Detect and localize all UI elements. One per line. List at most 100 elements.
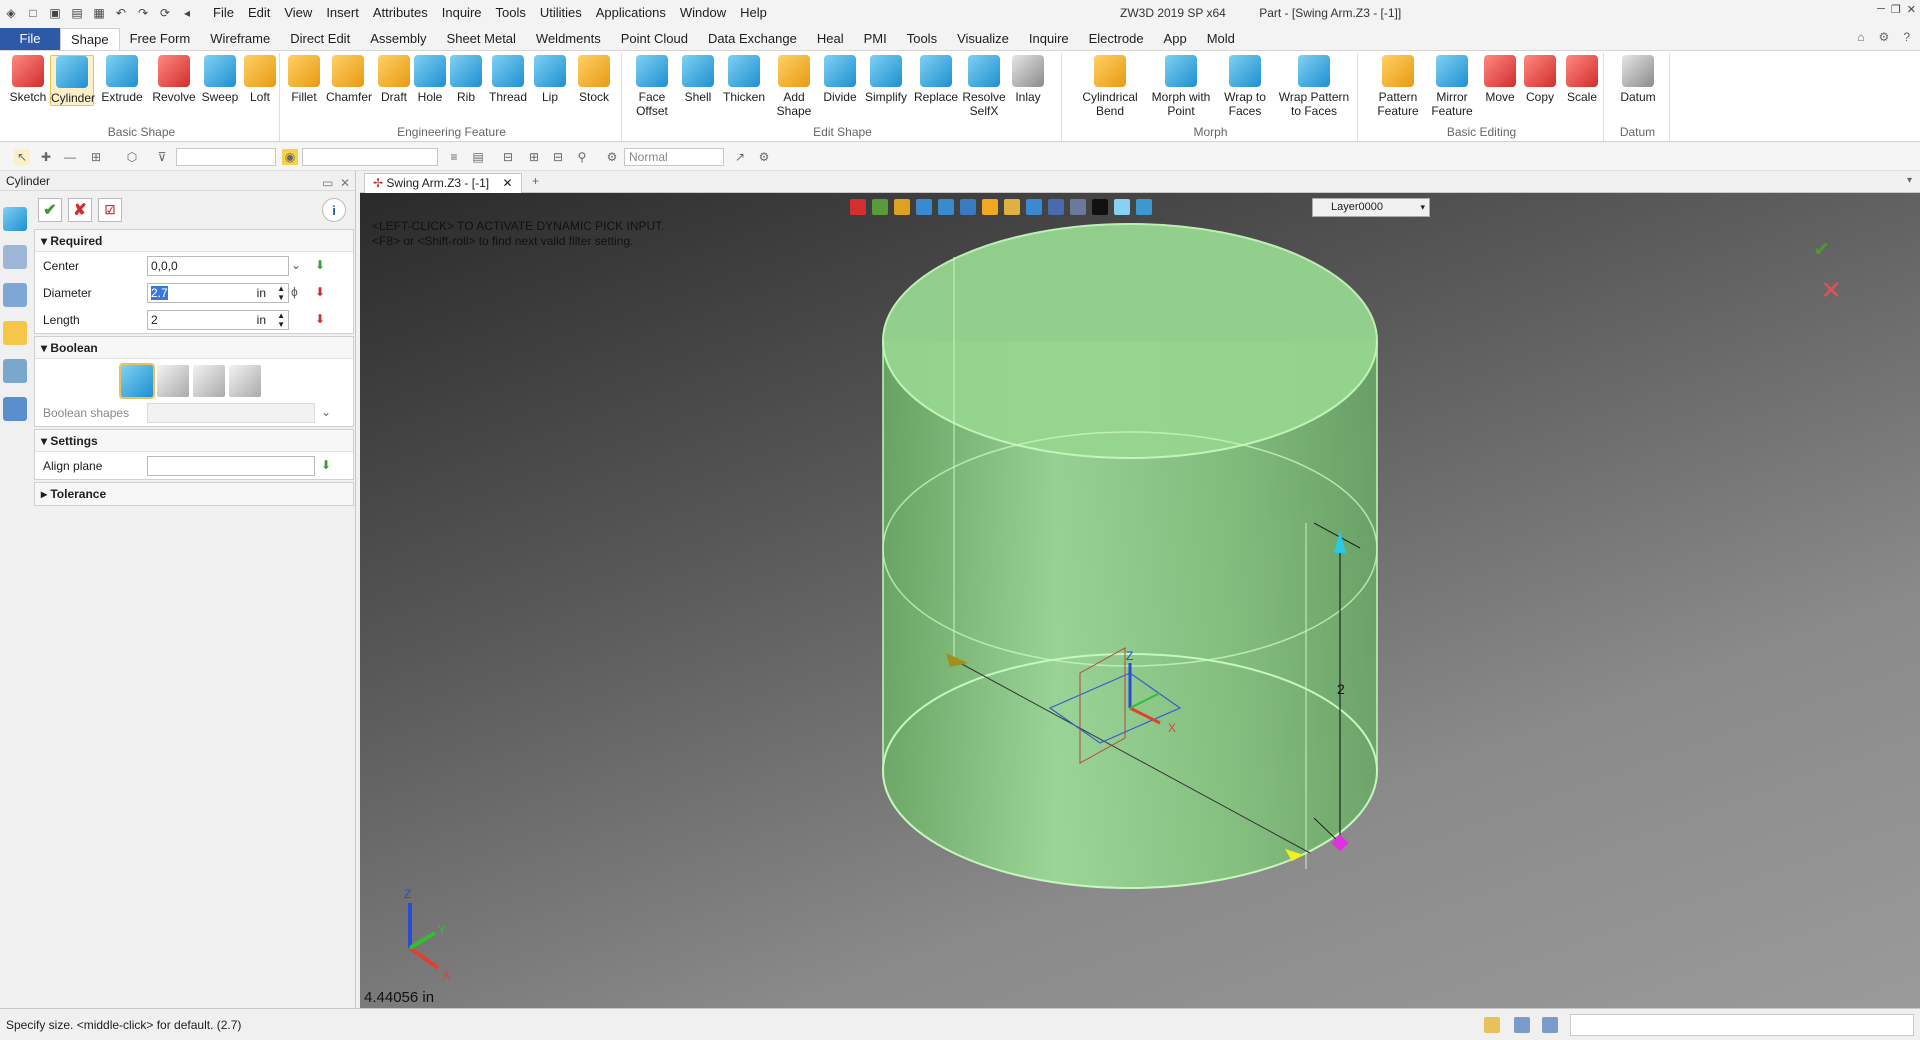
wrap-pattern-button[interactable]: Wrap Pattern to Faces [1274, 55, 1354, 118]
smart-pick-icon[interactable]: ◉ [282, 149, 298, 165]
menu-edit[interactable]: Edit [241, 0, 277, 26]
pick-arrow-icon[interactable]: ↖ [14, 149, 30, 165]
boolean-shapes-input[interactable] [147, 402, 315, 423]
pick-plane-icon[interactable]: ⬇ [321, 458, 331, 472]
tab-data-exchange[interactable]: Data Exchange [698, 28, 807, 50]
grid-icon[interactable]: ⊞ [88, 149, 104, 165]
rib-button[interactable]: Rib [444, 55, 488, 104]
render-mode-select[interactable]: Normal [624, 148, 724, 166]
cancel-button[interactable]: ✘ [68, 198, 92, 222]
shell-button[interactable]: Shell [676, 55, 720, 104]
close-icon[interactable]: ✕ [1907, 3, 1916, 16]
wrap-to-faces-button[interactable]: Wrap to Faces [1220, 55, 1270, 118]
center-input[interactable]: 0,0,0 [147, 255, 289, 276]
tab-point-cloud[interactable]: Point Cloud [611, 28, 698, 50]
menu-window[interactable]: Window [673, 0, 733, 26]
pick-filter-select[interactable] [302, 148, 438, 166]
minimize-icon[interactable]: ─ [1877, 3, 1885, 16]
measure-icon[interactable]: ⬇ [315, 312, 325, 326]
tab-free-form[interactable]: Free Form [120, 28, 201, 50]
thread-button[interactable]: Thread [486, 55, 530, 104]
app-logo-icon[interactable]: ◈ [1, 3, 21, 23]
parts-library-icon[interactable] [3, 321, 27, 345]
point-icon[interactable]: ✚ [38, 149, 54, 165]
cursor-icon[interactable]: ↗ [732, 149, 748, 165]
help-icon[interactable]: ? [1903, 30, 1910, 44]
tab-shape[interactable]: Shape [60, 28, 120, 50]
face-offset-button[interactable]: Face Offset [630, 55, 674, 118]
sweep-button[interactable]: Sweep [198, 55, 242, 104]
move-button[interactable]: Move [1478, 55, 1522, 104]
pin-icon[interactable]: ⚲ [574, 149, 590, 165]
dimension-label[interactable]: 2 [1337, 681, 1345, 697]
filter-select[interactable] [176, 148, 276, 166]
line-icon[interactable]: — [62, 149, 78, 165]
tab-wireframe[interactable]: Wireframe [200, 28, 280, 50]
graphics-viewport[interactable]: Layer0000 ▾ <LEFT-CLICK> TO ACTIVATE DYN… [360, 193, 1920, 1008]
align-icon[interactable]: ≡ [446, 149, 462, 165]
morph-with-point-button[interactable]: Morph with Point [1146, 55, 1216, 118]
assembly-tree-icon[interactable] [3, 283, 27, 307]
resolve-selfx-button[interactable]: Resolve SelfX [962, 55, 1006, 118]
tab-app[interactable]: App [1154, 28, 1197, 50]
user-icon[interactable] [3, 397, 27, 421]
tab-tools[interactable]: Tools [897, 28, 947, 50]
menu-applications[interactable]: Applications [589, 0, 673, 26]
pick-point-icon[interactable]: ⬇ [315, 258, 325, 272]
lip-button[interactable]: Lip [528, 55, 572, 104]
tab-weldments[interactable]: Weldments [526, 28, 611, 50]
filter-funnel-icon[interactable]: ⊽ [154, 149, 170, 165]
panel-close-icon[interactable]: ✕ [340, 173, 350, 193]
length-input[interactable]: 2 in ▲ ▼ [147, 309, 289, 330]
stack-icon[interactable]: ⊟ [550, 149, 566, 165]
gear-icon[interactable]: ⚙ [756, 149, 772, 165]
pattern-feature-button[interactable]: Pattern Feature [1368, 55, 1428, 118]
tab-pmi[interactable]: PMI [854, 28, 897, 50]
ok-button[interactable]: ✔ [38, 198, 62, 222]
datum-button[interactable]: Datum [1616, 55, 1660, 104]
settings-icon[interactable]: ⚙ [1879, 30, 1890, 44]
chamfer-button[interactable]: Chamfer [326, 55, 372, 104]
tab-heal[interactable]: Heal [807, 28, 854, 50]
stock-button[interactable]: Stock [572, 55, 616, 104]
history-tree-icon[interactable] [3, 245, 27, 269]
window-icon[interactable] [1542, 1017, 1558, 1033]
save-icon[interactable]: ▤ [67, 3, 87, 23]
add-shape-button[interactable]: Add Shape [772, 55, 816, 118]
loft-button[interactable]: Loft [238, 55, 282, 104]
menu-file[interactable]: File [206, 0, 241, 26]
inlay-button[interactable]: Inlay [1006, 55, 1050, 104]
thicken-button[interactable]: Thicken [722, 55, 766, 104]
cylinder-tab-icon[interactable] [3, 207, 27, 231]
diameter-input[interactable]: 2.7 in ▲ ▼ [147, 282, 289, 303]
extrude-button[interactable]: Extrude [100, 55, 144, 104]
undo-icon[interactable]: ↶ [111, 3, 131, 23]
revolve-button[interactable]: Revolve [152, 55, 196, 104]
measure-icon[interactable]: ⬇ [315, 285, 325, 299]
close-tab-icon[interactable]: ✕ [502, 176, 512, 190]
restore-icon[interactable]: ❐ [1891, 3, 1901, 16]
scale-button[interactable]: Scale [1560, 55, 1604, 104]
filter-icon[interactable]: ⟳ [155, 3, 175, 23]
home-icon[interactable]: ⌂ [1857, 30, 1864, 44]
settings-header[interactable]: ▾ Settings [35, 430, 353, 452]
replace-button[interactable]: Replace [914, 55, 958, 104]
tab-assembly[interactable]: Assembly [360, 28, 436, 50]
command-list-icon[interactable] [1484, 1017, 1500, 1033]
expand-icon[interactable]: ⌄ [291, 258, 301, 272]
view-manager-icon[interactable] [3, 359, 27, 383]
tab-file[interactable]: File [0, 28, 60, 50]
new-tab-icon[interactable]: + [532, 174, 539, 188]
tab-visualize[interactable]: Visualize [947, 28, 1019, 50]
menu-tools[interactable]: Tools [489, 0, 533, 26]
back-arrow-icon[interactable]: ◂ [177, 3, 197, 23]
divide-button[interactable]: Divide [818, 55, 862, 104]
fillet-button[interactable]: Fillet [282, 55, 326, 104]
expand-icon[interactable]: ⌄ [321, 405, 331, 419]
layout-icon[interactable]: ⊞ [526, 149, 542, 165]
simplify-button[interactable]: Simplify [864, 55, 908, 104]
menu-help[interactable]: Help [733, 0, 774, 26]
mirror-feature-button[interactable]: Mirror Feature [1426, 55, 1478, 118]
tab-direct-edit[interactable]: Direct Edit [280, 28, 360, 50]
menu-view[interactable]: View [277, 0, 319, 26]
